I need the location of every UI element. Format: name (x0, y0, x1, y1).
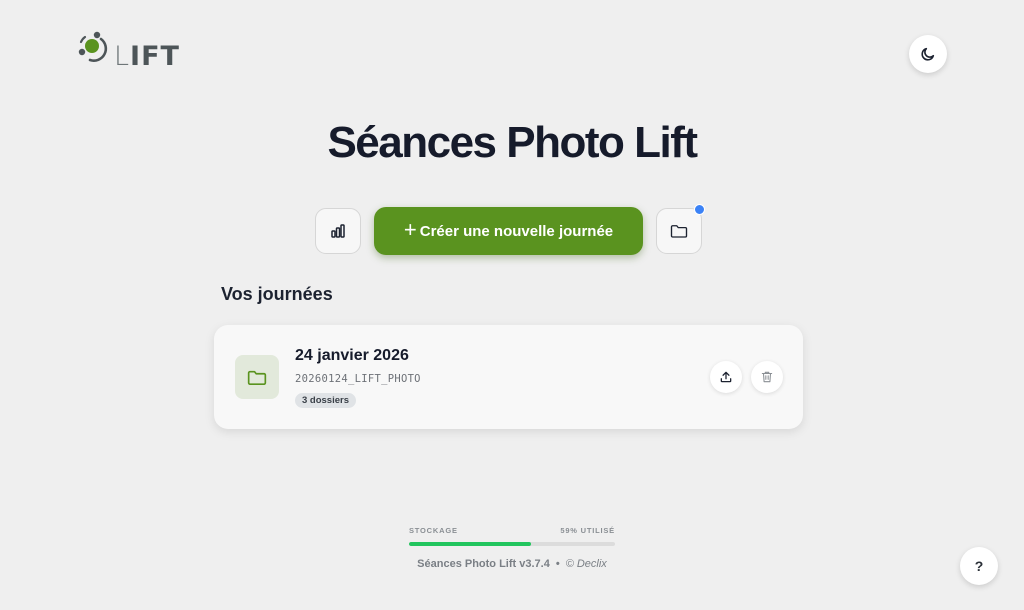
bar-chart-icon (331, 224, 345, 238)
section-title: Vos journées (221, 284, 333, 304)
lift-logo-text-bold: IFT (130, 41, 180, 72)
question-icon: ? (974, 558, 984, 574)
day-folder-tile (235, 355, 279, 399)
storage-progress-fill (409, 542, 531, 546)
credit-link[interactable]: © Declix (566, 558, 607, 570)
upload-icon (720, 371, 732, 383)
trash-icon (761, 371, 773, 383)
delete-button[interactable] (751, 361, 783, 393)
folder-icon (670, 225, 688, 238)
lift-logo-text-thin: L (114, 41, 131, 72)
open-folder-button[interactable] (656, 204, 705, 254)
page: LIFT Séances Photo Lift + Créer une nouv… (0, 0, 1024, 610)
day-date: 24 janvier 2026 (295, 347, 409, 364)
plus-icon: + (403, 217, 417, 242)
statistics-button[interactable] (315, 208, 361, 254)
create-day-label: Créer une nouvelle journée (419, 222, 614, 240)
storage-progress-track (409, 542, 615, 546)
folder-icon (247, 370, 267, 385)
page-title: Séances Photo Lift (327, 118, 698, 167)
day-card[interactable]: 24 janvier 2026 20260124_LIFT_PHOTO 3 do… (214, 325, 803, 429)
upload-button[interactable] (710, 361, 742, 393)
folder-count-badge: 3 dossiers (295, 393, 356, 408)
footer: Séances Photo Lift v3.7.4 • © Declix (0, 558, 1024, 570)
storage-indicator: STOCKAGE 59% UTILISÉ (409, 526, 615, 546)
notification-dot (694, 204, 705, 215)
create-day-button[interactable]: + Créer une nouvelle journée (374, 207, 643, 255)
footer-separator: • (555, 558, 560, 570)
lift-logo-text: LIFT (114, 43, 180, 70)
help-button[interactable]: ? (960, 547, 998, 585)
storage-label: STOCKAGE (409, 526, 458, 535)
app-version: Séances Photo Lift v3.7.4 (417, 558, 550, 570)
storage-usage-label: 59% UTILISÉ (560, 526, 615, 535)
day-folder-code: 20260124_LIFT_PHOTO (295, 373, 421, 385)
theme-toggle-button[interactable] (909, 35, 947, 73)
lift-logo-icon (78, 31, 108, 62)
lift-logo[interactable]: LIFT (76, 30, 180, 70)
moon-icon (921, 47, 935, 61)
